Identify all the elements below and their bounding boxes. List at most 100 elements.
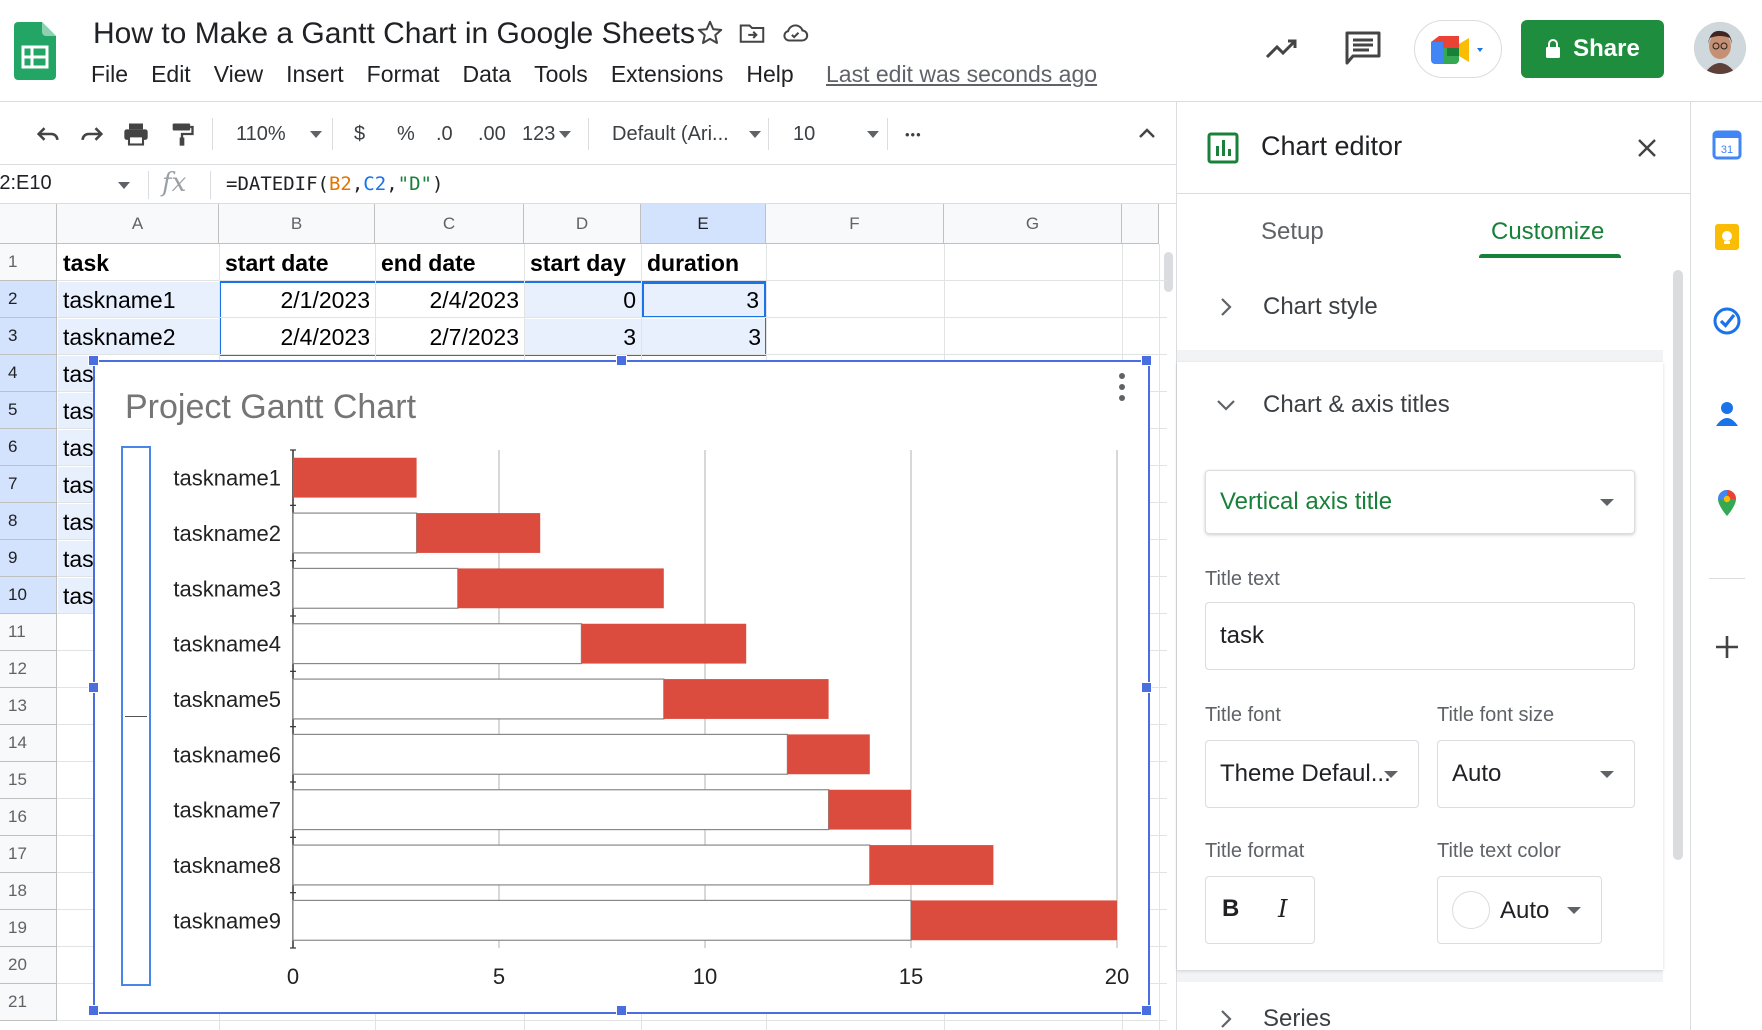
column-header-e[interactable]: E <box>641 204 766 244</box>
resize-handle[interactable] <box>616 1005 627 1016</box>
cell-b3[interactable]: 2/4/2023 <box>220 319 375 355</box>
menu-data[interactable]: Data <box>463 61 512 88</box>
cell-a8[interactable]: tas <box>58 504 98 540</box>
cell-d1[interactable]: start day <box>525 245 641 281</box>
add-icon[interactable] <box>1712 632 1742 662</box>
row-header-6[interactable]: 6 <box>0 429 57 466</box>
undo-icon[interactable] <box>34 120 62 148</box>
cell-c3[interactable]: 2/7/2023 <box>376 319 524 355</box>
cell-e2[interactable]: 3 <box>642 282 766 318</box>
redo-icon[interactable] <box>78 120 106 148</box>
column-header-f[interactable]: F <box>766 204 944 244</box>
document-title[interactable]: How to Make a Gantt Chart in Google Shee… <box>93 17 695 51</box>
tasks-icon[interactable] <box>1712 306 1742 336</box>
last-edit-link[interactable]: Last edit was seconds ago <box>826 61 1097 88</box>
column-header-g[interactable]: G <box>944 204 1122 244</box>
row-header-11[interactable]: 11 <box>0 614 57 651</box>
sheets-logo-icon[interactable] <box>14 22 56 80</box>
tab-customize[interactable]: Customize <box>1491 218 1604 246</box>
column-header-d[interactable]: D <box>524 204 641 244</box>
resize-handle[interactable] <box>1141 682 1152 693</box>
column-header-b[interactable]: B <box>219 204 375 244</box>
resize-handle[interactable] <box>88 1005 99 1016</box>
gantt-chart[interactable]: Project Gantt Chart 0 5 10 15 20 taskname1 tas… <box>88 355 1152 1016</box>
percent-format-button[interactable]: % <box>397 104 415 164</box>
tab-setup[interactable]: Setup <box>1261 218 1324 246</box>
cell-a3[interactable]: taskname2 <box>58 319 219 355</box>
row-header-8[interactable]: 8 <box>0 503 57 540</box>
row-header-10[interactable]: 10 <box>0 577 57 614</box>
cell-d3[interactable]: 3 <box>525 319 641 355</box>
title-type-select[interactable]: Vertical axis title <box>1205 470 1635 534</box>
row-header-13[interactable]: 13 <box>0 688 57 725</box>
decrease-decimal-button[interactable]: .0 <box>436 104 453 164</box>
section-chart-style[interactable]: Chart style <box>1177 264 1663 350</box>
cell-a7[interactable]: tas <box>58 467 98 503</box>
formula-input[interactable]: =DATEDIF(B2,C2,"D") <box>226 173 443 195</box>
row-header-18[interactable]: 18 <box>0 873 57 910</box>
resize-handle[interactable] <box>88 355 99 366</box>
column-header-c[interactable]: C <box>375 204 524 244</box>
menu-tools[interactable]: Tools <box>534 61 588 88</box>
contacts-icon[interactable] <box>1712 398 1742 428</box>
cell-a10[interactable]: tas <box>58 578 98 614</box>
maps-icon[interactable] <box>1712 488 1742 518</box>
paint-format-icon[interactable] <box>168 120 196 148</box>
title-font-size-select[interactable]: Auto <box>1437 740 1635 808</box>
title-font-select[interactable]: Theme Defaul... <box>1205 740 1419 808</box>
star-icon[interactable] <box>695 18 725 48</box>
cloud-status-icon[interactable] <box>780 18 810 48</box>
close-icon[interactable] <box>1635 136 1659 160</box>
currency-format-button[interactable]: $ <box>354 104 365 164</box>
avatar[interactable] <box>1694 22 1746 74</box>
row-header-20[interactable]: 20 <box>0 947 57 984</box>
section-series-header[interactable]: Series <box>1177 996 1331 1030</box>
row-header-1[interactable]: 1 <box>0 244 57 281</box>
grid-scroll-thumb[interactable] <box>1164 252 1173 292</box>
cell-b1[interactable]: start date <box>220 245 375 281</box>
increase-decimal-button[interactable]: .00 <box>478 104 506 164</box>
section-series[interactable]: Series <box>1177 982 1663 1030</box>
row-header-15[interactable]: 15 <box>0 762 57 799</box>
move-folder-icon[interactable] <box>737 18 767 48</box>
select-all-corner[interactable] <box>0 204 57 244</box>
row-header-14[interactable]: 14 <box>0 725 57 762</box>
row-header-12[interactable]: 12 <box>0 651 57 688</box>
cell-c2[interactable]: 2/4/2023 <box>376 282 524 318</box>
row-header-16[interactable]: 16 <box>0 799 57 836</box>
title-color-select[interactable]: Auto <box>1437 876 1602 944</box>
row-header-7[interactable]: 7 <box>0 466 57 503</box>
keep-icon[interactable] <box>1712 222 1742 252</box>
resize-handle[interactable] <box>616 355 627 366</box>
cell-b2[interactable]: 2/1/2023 <box>220 282 375 318</box>
calendar-icon[interactable]: 31 <box>1712 130 1742 160</box>
section-chart-style-header[interactable]: Chart style <box>1177 264 1378 350</box>
comment-icon[interactable] <box>1343 30 1383 66</box>
row-header-17[interactable]: 17 <box>0 836 57 873</box>
row-header-5[interactable]: 5 <box>0 392 57 429</box>
cell-a9[interactable]: tas <box>58 541 98 577</box>
grid-scrollbar[interactable] <box>1159 244 1176 1030</box>
menu-file[interactable]: File <box>91 61 128 88</box>
menu-format[interactable]: Format <box>367 61 440 88</box>
collapse-icon[interactable] <box>1135 122 1159 146</box>
menu-view[interactable]: View <box>214 61 263 88</box>
row-header-21[interactable]: 21 <box>0 984 57 1021</box>
share-button[interactable]: Share <box>1521 20 1664 78</box>
name-box[interactable]: E2:E10 <box>0 172 52 195</box>
cell-c1[interactable]: end date <box>376 245 524 281</box>
cell-a5[interactable]: tas <box>58 393 98 429</box>
bold-button[interactable]: B <box>1222 895 1239 923</box>
number-format-select[interactable]: 123 <box>522 104 572 164</box>
section-chart-axis-titles-header[interactable]: Chart & axis titles <box>1177 362 1450 448</box>
row-header-9[interactable]: 9 <box>0 540 57 577</box>
meet-button[interactable] <box>1414 20 1502 78</box>
cell-e1[interactable]: duration <box>642 245 766 281</box>
cell-a1[interactable]: task <box>58 245 219 281</box>
menu-insert[interactable]: Insert <box>286 61 344 88</box>
trend-icon[interactable] <box>1262 33 1302 63</box>
italic-button[interactable]: I <box>1278 895 1287 923</box>
title-text-input[interactable]: task <box>1205 602 1635 670</box>
row-header-2[interactable]: 2 <box>0 281 57 318</box>
row-header-3[interactable]: 3 <box>0 318 57 355</box>
